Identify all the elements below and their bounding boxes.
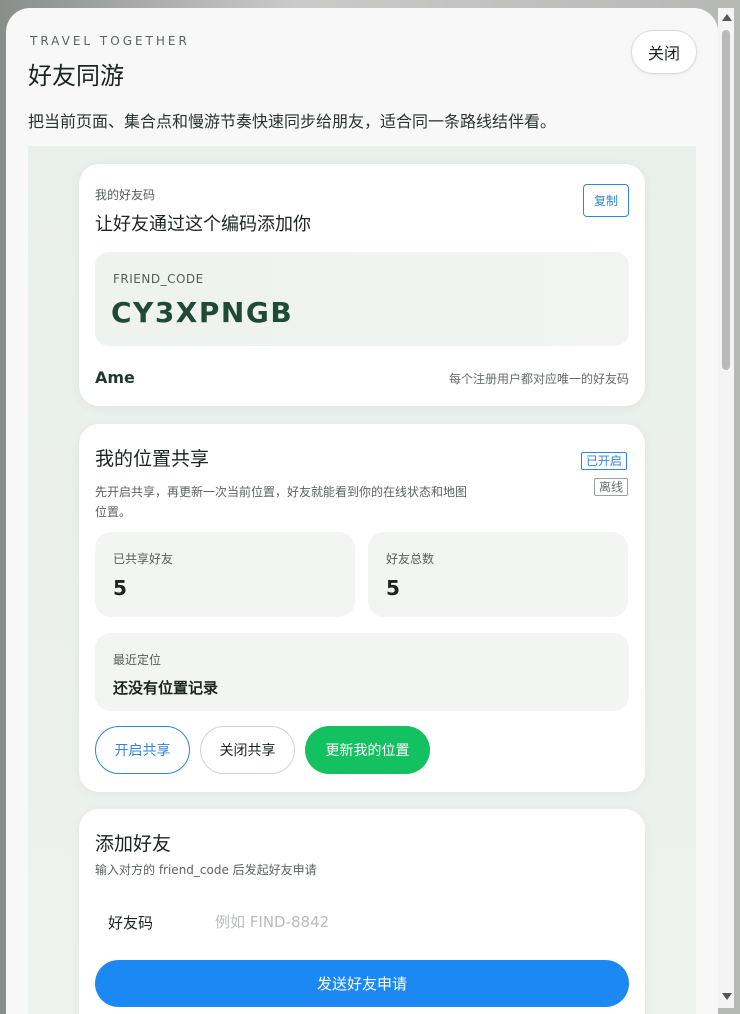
sheet-eyebrow: TRAVEL TOGETHER [30,34,190,48]
add-friend-description: 输入对方的 friend_code 后发起好友申请 [95,863,317,877]
copy-code-button[interactable]: 复制 [583,184,629,217]
friend-code-card: 我的好友码 让好友通过这个编码添加你 复制 FRIEND_CODE CY3XPN… [79,164,645,406]
close-button[interactable]: 关闭 [631,30,697,74]
friend-code-note: 每个注册用户都对应唯一的好友码 [448,372,629,386]
friend-code-field-label: FRIEND_CODE [113,272,204,286]
offline-status-badge: 离线 [594,478,629,496]
page-title: 好友同游 [28,62,124,90]
last-location-label: 最近定位 [113,653,162,667]
stat-label: 好友总数 [386,552,435,566]
friend-code-input-label: 好友码 [108,914,154,932]
friend-code-input[interactable] [215,907,515,937]
friend-code-box: FRIEND_CODE CY3XPNGB [95,252,629,346]
location-sharing-card: 我的位置共享 已开启 离线 先开启共享，再更新一次当前位置，好友就能看到你的在线… [79,424,645,792]
last-location-value: 还没有位置记录 [113,679,219,697]
sharing-enabled-badge: 已开启 [581,452,628,470]
friend-code-value: CY3XPNGB [111,296,294,329]
enable-sharing-button[interactable]: 开启共享 [95,726,190,774]
scrollbar-thumb[interactable] [722,30,730,370]
location-sharing-heading: 我的位置共享 [95,448,210,470]
stat-value: 5 [113,576,127,600]
send-friend-request-button[interactable]: 发送好友申请 [95,960,629,1007]
user-name: Ame [95,368,135,387]
shared-friends-stat: 已共享好友 5 [95,532,355,617]
last-location-box: 最近定位 还没有位置记录 [95,633,629,711]
page-subtitle: 把当前页面、集合点和慢游节奏快速同步给朋友，适合同一条路线结伴看。 [28,112,557,131]
friend-code-heading: 让好友通过这个编码添加你 [95,214,311,235]
location-description-line2: 位置。 [95,505,132,519]
total-friends-stat: 好友总数 5 [368,532,628,617]
update-location-button[interactable]: 更新我的位置 [305,726,430,774]
travel-together-sheet: TRAVEL TOGETHER 好友同游 关闭 把当前页面、集合点和慢游节奏快速… [6,8,718,1014]
location-sharing-description: 先开启共享，再更新一次当前位置，好友就能看到你的在线状态和地图 位置。 [95,482,545,522]
location-description-line1: 先开启共享，再更新一次当前位置，好友就能看到你的在线状态和地图 [95,485,468,499]
stat-value: 5 [386,576,400,600]
stat-label: 已共享好友 [113,552,174,566]
vertical-scrollbar[interactable] [718,8,734,1008]
add-friend-card: 添加好友 输入对方的 friend_code 后发起好友申请 好友码 发送好友申… [79,809,645,1014]
disable-sharing-button[interactable]: 关闭共享 [200,726,295,774]
add-friend-heading: 添加好友 [95,833,172,855]
scroll-down-arrow-icon[interactable] [722,993,732,1000]
scroll-up-arrow-icon[interactable] [722,14,732,21]
friend-code-label: 我的好友码 [95,188,156,202]
